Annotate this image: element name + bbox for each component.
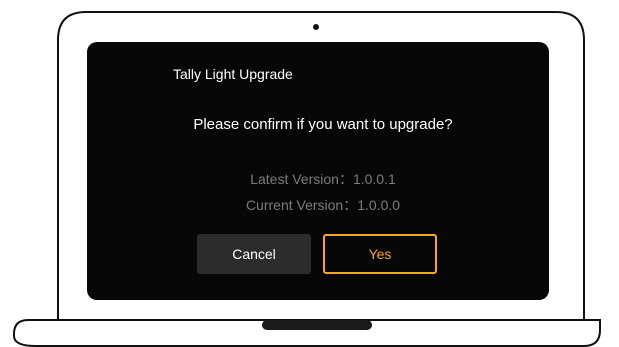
dialog-title: Tally Light Upgrade <box>173 66 293 82</box>
upgrade-dialog: Tally Light Upgrade Please confirm if yo… <box>87 42 549 300</box>
webcam-dot-icon <box>313 24 319 30</box>
latest-version-row: Latest Version：1.0.0.1 <box>183 169 463 189</box>
cancel-button[interactable]: Cancel <box>197 234 311 274</box>
current-version-value: 1.0.0.0 <box>357 197 401 213</box>
latest-version-value: 1.0.0.1 <box>352 171 396 187</box>
latest-version-separator: ： <box>338 171 353 187</box>
current-version-label: Current Version <box>245 197 344 213</box>
latest-version-label: Latest Version <box>250 171 339 187</box>
current-version-separator: ： <box>343 197 358 213</box>
confirm-message: Please confirm if you want to upgrade? <box>193 116 453 133</box>
current-version-row: Current Version：1.0.0.0 <box>183 195 463 215</box>
yes-button[interactable]: Yes <box>323 234 437 274</box>
